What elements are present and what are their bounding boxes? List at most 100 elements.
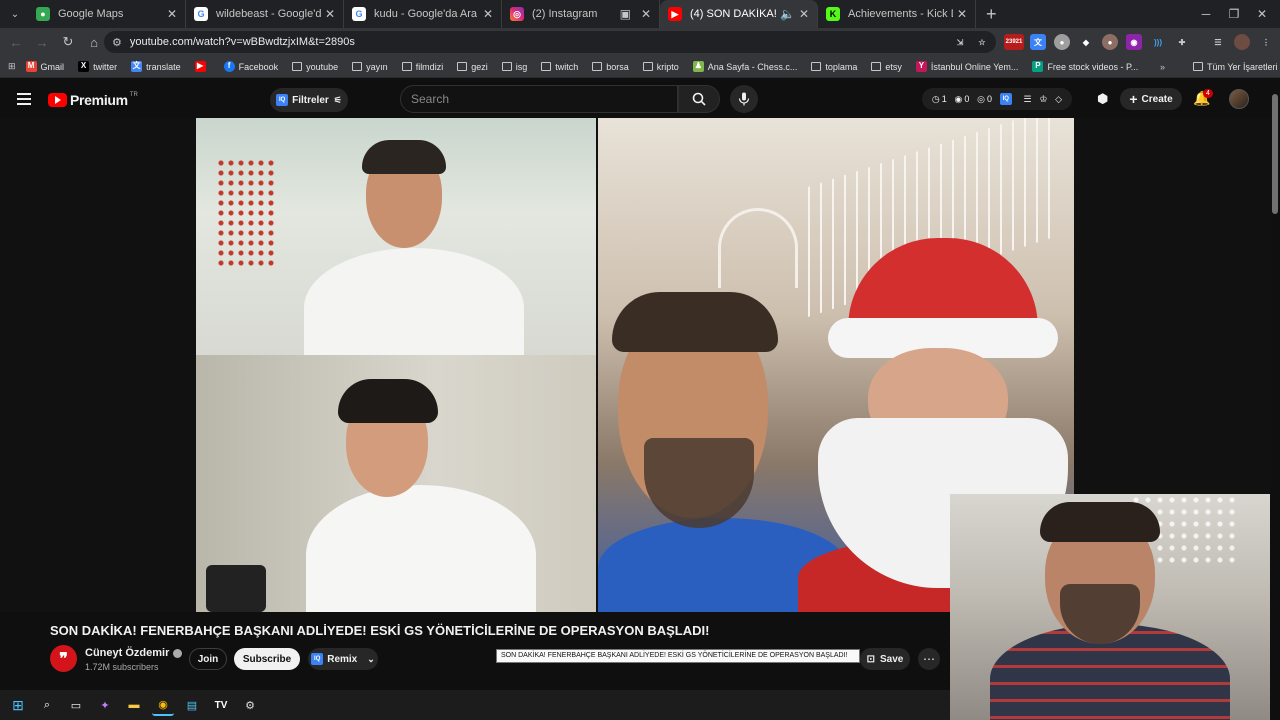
man-hair [612,292,778,352]
task-view-icon[interactable]: ▭ [65,694,87,716]
page-scrollbar[interactable] [1270,80,1280,720]
search-placeholder: Search [411,92,450,106]
filters-button[interactable]: IQ Filtreler ⚟ [270,88,348,112]
save-button[interactable]: ⊡ Save [860,648,910,670]
close-window-icon[interactable]: ✕ [1242,0,1280,28]
bookmark-label: Ana Sayfa - Chess.c... [707,61,798,72]
windows-start-icon[interactable]: ⊞ [7,694,29,716]
bookmark-folder-gezi[interactable]: gezi [457,62,488,72]
search-input[interactable]: Search [400,85,678,113]
app-icon[interactable]: ▤ [181,694,203,716]
notifications-badge: 4 [1203,89,1213,98]
extensions-puzzle-icon[interactable]: ✚ [1174,34,1190,50]
close-tab-icon[interactable]: ✕ [483,7,493,21]
bookmark-folder-toplama[interactable]: toplama [811,62,857,72]
bookmark-chess[interactable]: ♟ Ana Sayfa - Chess.c... [692,61,798,72]
tradingview-icon[interactable]: TV [210,694,232,716]
translate-extension-icon[interactable]: 文 [1030,34,1046,50]
cast-icon[interactable]: ⬢ [1097,91,1108,107]
extension-icon[interactable]: ◆ [1078,34,1094,50]
bookmark-folder-isg[interactable]: isg [501,62,527,72]
back-icon[interactable]: ← [4,30,28,54]
remix-button[interactable]: IQ Remix ⌄ [308,648,378,670]
copilot-icon[interactable]: ✦ [94,694,116,716]
media-icon[interactable]: ▣ [620,7,631,21]
extension-icon[interactable]: ● [1102,34,1118,50]
youtube-masthead: Premium TR IQ Filtreler ⚟ Search ◷ 1 ◉ 0 ◎… [0,80,1280,118]
extension-badge[interactable]: 23921 [1004,34,1024,50]
stat-value: 0 [964,94,970,104]
guide-menu-icon[interactable] [17,93,31,105]
tab-kick-dashboard[interactable]: K Achievements - Kick Dashboard ✕ [818,0,976,28]
chrome-icon[interactable]: ◉ [152,694,174,716]
tab-youtube-video[interactable]: ▶ (4) SON DAKİKA! FENERBAHÇE 🔈 ✕ [660,0,818,28]
audio-playing-icon[interactable]: 🔈 [780,7,795,21]
search-button[interactable] [678,85,720,113]
tab-google-maps[interactable]: ● Google Maps ✕ [28,0,186,28]
bookmark-label: yayın [366,61,388,72]
profile-avatar-icon[interactable] [1234,34,1250,50]
bookmark-folder-filmdizi[interactable]: filmdizi [401,62,443,72]
site-info-icon[interactable]: ⚙ [112,36,122,49]
bookmark-folder-twitch[interactable]: twitch [541,62,578,72]
file-explorer-icon[interactable]: ▬ [123,694,145,716]
bookmark-twitter[interactable]: Xtwitter [78,61,117,72]
tags-icon[interactable]: ◇ [1055,94,1062,105]
search-icon[interactable]: ⌕ [36,694,58,716]
channel-avatar[interactable]: ❞ [50,645,77,672]
bookmark-star-icon[interactable]: ☆ [974,34,990,50]
join-button[interactable]: Join [189,648,227,670]
voice-search-button[interactable] [730,85,758,113]
forward-icon[interactable]: → [30,30,54,54]
extension-stats-pill[interactable]: ◷ 1 ◉ 0 ◎ 0 IQ ☰ ♔ ◇ [922,88,1072,110]
iq-extension-icon[interactable]: IQ [999,93,1012,105]
settings-gear-icon[interactable]: ⚙ [239,694,261,716]
guest-hair [338,379,438,423]
reading-list-icon[interactable]: ☰ [1210,34,1226,50]
folder-icon [541,62,552,71]
bookmark-folder-etsy[interactable]: etsy [871,62,902,72]
extension-icon[interactable]: ◉ [1126,34,1142,50]
bookmark-gmail[interactable]: M Gmail [25,61,64,72]
more-actions-button[interactable]: ⋯ [918,648,940,670]
menu-kebab-icon[interactable]: ⋮ [1258,34,1274,50]
close-tab-icon[interactable]: ✕ [167,7,177,21]
new-tab-icon[interactable]: + [986,4,997,25]
account-avatar[interactable] [1229,89,1249,109]
apps-grid-icon[interactable]: ⊞ [8,61,16,72]
eye-icon: ◉ [954,93,963,104]
bookmark-translate[interactable]: 文 translate [131,61,181,72]
reload-icon[interactable]: ↻ [56,30,80,54]
create-button[interactable]: + Create [1120,88,1182,110]
bookmark-istanbul-online[interactable]: Y İstanbul Online Yem... [915,61,1018,72]
all-bookmarks[interactable]: Tüm Yer İşaretleri [1193,62,1278,72]
extension-icon[interactable]: ))) [1150,34,1166,50]
tab-instagram[interactable]: ◎ (2) Instagram ▣ ✕ [502,0,660,28]
bookmark-folder-youtube[interactable]: youtube [292,62,338,72]
channel-name[interactable]: Cüneyt Özdemir [85,647,183,659]
more-bookmarks-icon[interactable]: » [1160,62,1165,72]
subscribe-button[interactable]: Subscribe [234,648,300,670]
close-tab-icon[interactable]: ✕ [325,7,335,21]
list-icon[interactable]: ☰ [1024,94,1032,105]
bookmark-free-stock-videos[interactable]: P Free stock videos - P... [1032,61,1138,72]
home-icon[interactable]: ⌂ [82,30,106,54]
close-tab-icon[interactable]: ✕ [799,7,809,21]
bookmark-folder-yayin[interactable]: yayın [352,62,388,72]
tab-kudu-search[interactable]: G kudu - Google'da Ara ✕ [344,0,502,28]
close-tab-icon[interactable]: ✕ [641,7,651,21]
bookmark-youtube-site[interactable]: ▶ [194,61,210,72]
tab-wildebeast-search[interactable]: G wildebeast - Google'da Ara ✕ [186,0,344,28]
microphone-icon [738,92,750,106]
tab-search-icon[interactable]: ⌄ [2,1,28,27]
bookmark-folder-kripto[interactable]: kripto [642,62,679,72]
close-tab-icon[interactable]: ✕ [957,7,967,21]
install-app-icon[interactable]: ⇲ [952,34,968,50]
extension-icon[interactable]: ● [1054,34,1070,50]
bookmark-folder-borsa[interactable]: borsa [592,62,629,72]
scrollbar-thumb[interactable] [1272,94,1278,214]
trophy-icon[interactable]: ♔ [1039,94,1047,105]
bookmark-facebook[interactable]: f Facebook [223,61,278,72]
address-bar[interactable]: ⚙ youtube.com/watch?v=wBBwdtzjxIM&t=2890… [104,31,996,53]
youtube-premium-logo[interactable]: Premium TR [48,92,138,108]
